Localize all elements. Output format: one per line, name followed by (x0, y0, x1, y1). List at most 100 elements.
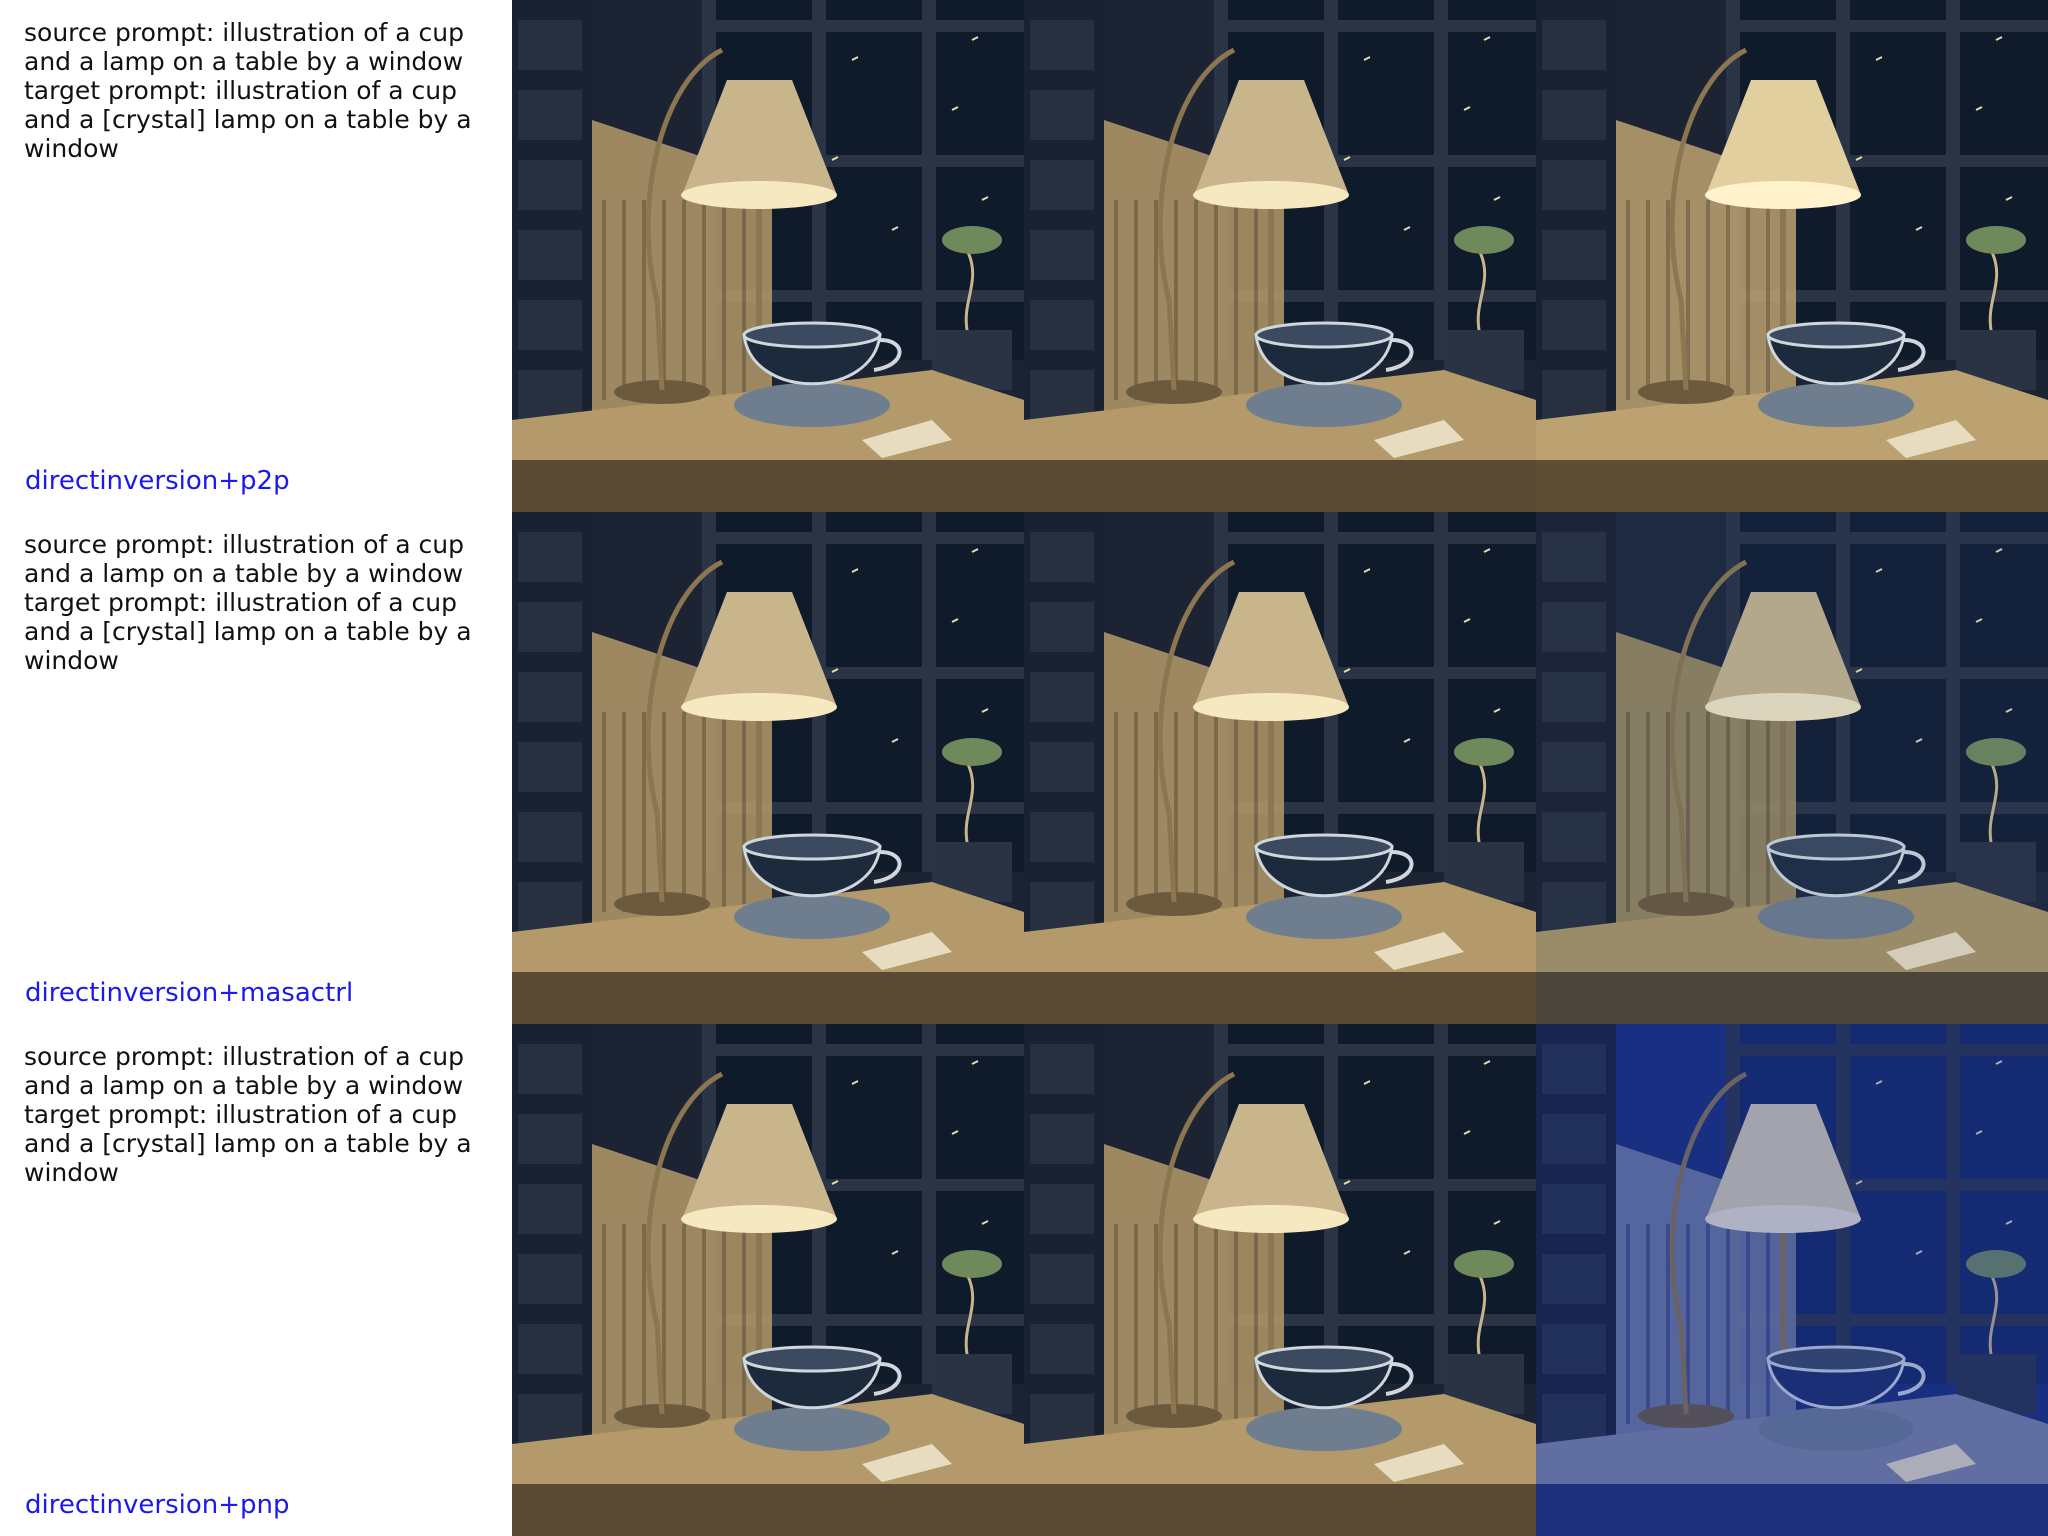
book-stack (1030, 300, 1094, 350)
plank-line (1746, 200, 1750, 400)
plank-line (1646, 200, 1650, 400)
plank-line (602, 200, 606, 400)
plank-line (1726, 200, 1730, 400)
window-mullion (1434, 1024, 1448, 1384)
plank-line (622, 200, 626, 400)
window-mullion (922, 512, 936, 872)
plank-line (702, 200, 706, 400)
source-prompt: source prompt: illustration of a cup and… (24, 18, 464, 76)
prompt-text: source prompt: illustration of a cup and… (24, 530, 494, 675)
method-label: directinversion+pnp (25, 1490, 290, 1520)
book-stack (1030, 882, 1094, 932)
plank-line (1114, 712, 1118, 912)
plank-line (622, 1224, 626, 1424)
window-bar (1214, 1044, 1536, 1056)
plank-line (722, 1224, 726, 1424)
book-stack (518, 602, 582, 652)
book-stack (1542, 160, 1606, 210)
caption-panel: source prompt: illustration of a cup and… (0, 0, 512, 512)
plank-line (602, 712, 606, 912)
book-stack (518, 230, 582, 280)
book-stack (1030, 1254, 1094, 1304)
plank-line (1234, 1224, 1238, 1424)
plank-line (1194, 1224, 1198, 1424)
cup-rim (1254, 1345, 1394, 1373)
lamp-pole (1268, 1224, 1274, 1354)
plank-line (1154, 712, 1158, 912)
source-prompt: source prompt: illustration of a cup and… (24, 1042, 464, 1100)
saucer (734, 895, 890, 939)
lamp-cup-illustration (1536, 512, 2048, 1024)
window-bar (1726, 20, 2048, 32)
target-prompt: target prompt: illustration of a cup and… (24, 1100, 472, 1187)
method-label: directinversion+masactrl (25, 978, 354, 1008)
plank-line (742, 712, 746, 912)
table-front (512, 972, 1024, 1024)
window-mullion (1434, 512, 1448, 872)
result-row: source prompt: illustration of a cup and… (0, 1024, 2048, 1536)
table-front (1024, 460, 1536, 512)
book-stack (1030, 1184, 1094, 1234)
image-panel-edited-2 (1536, 0, 2048, 512)
book-stack (1030, 230, 1094, 280)
book-stack (1030, 742, 1094, 792)
lamp-cup-illustration (1536, 1024, 2048, 1536)
cup-rim (742, 833, 882, 861)
window-mullion (1434, 0, 1448, 360)
lamp-pole (1268, 712, 1274, 842)
plank-line (1134, 712, 1138, 912)
plank-line (1626, 200, 1630, 400)
result-row: source prompt: illustration of a cup and… (0, 0, 2048, 512)
plank-line (682, 1224, 686, 1424)
plank-line (682, 200, 686, 400)
book-stack (1030, 602, 1094, 652)
book-stack (1030, 672, 1094, 722)
table-front (1024, 1484, 1536, 1536)
plant-leaves (1454, 226, 1514, 254)
book-stack (518, 1254, 582, 1304)
caption-panel: source prompt: illustration of a cup and… (0, 512, 512, 1024)
plank-line (1194, 712, 1198, 912)
plank-line (1154, 1224, 1158, 1424)
lamp-glow (1193, 1205, 1349, 1233)
plant-leaves (942, 226, 1002, 254)
plank-line (1234, 200, 1238, 400)
table-front (512, 1484, 1024, 1536)
book-stack (1542, 300, 1606, 350)
plank-line (1254, 200, 1258, 400)
book-stack (518, 370, 582, 420)
book-stack (1542, 90, 1606, 140)
plank-line (1114, 1224, 1118, 1424)
color-overlay (1536, 1024, 2048, 1536)
book-stack (518, 1044, 582, 1094)
lamp-cup-illustration (1536, 0, 2048, 512)
book-stack (1030, 1324, 1094, 1374)
plank-line (1134, 1224, 1138, 1424)
lamp-glow (681, 1205, 837, 1233)
book-stack (1030, 20, 1094, 70)
window-mullion (922, 0, 936, 360)
prompt-text: source prompt: illustration of a cup and… (24, 1042, 494, 1187)
book-stack (518, 1394, 582, 1444)
book-stack (518, 1324, 582, 1374)
lamp-glow (681, 693, 837, 721)
book-stack (1030, 532, 1094, 582)
window-bar (702, 1044, 1024, 1056)
plank-line (1254, 1224, 1258, 1424)
cup-rim (1254, 833, 1394, 861)
plant-leaves (1966, 226, 2026, 254)
plank-line (1214, 1224, 1218, 1424)
book-stack (1030, 812, 1094, 862)
saucer (1758, 383, 1914, 427)
lamp-glow (681, 181, 837, 209)
lamp-pole (1780, 200, 1786, 330)
book-stack (1542, 370, 1606, 420)
lamp-pole (756, 200, 762, 330)
plank-line (1154, 200, 1158, 400)
plank-line (1234, 712, 1238, 912)
method-label: directinversion+p2p (25, 466, 290, 496)
plant-leaves (1454, 738, 1514, 766)
book-stack (518, 1184, 582, 1234)
plank-line (702, 1224, 706, 1424)
plank-line (742, 1224, 746, 1424)
